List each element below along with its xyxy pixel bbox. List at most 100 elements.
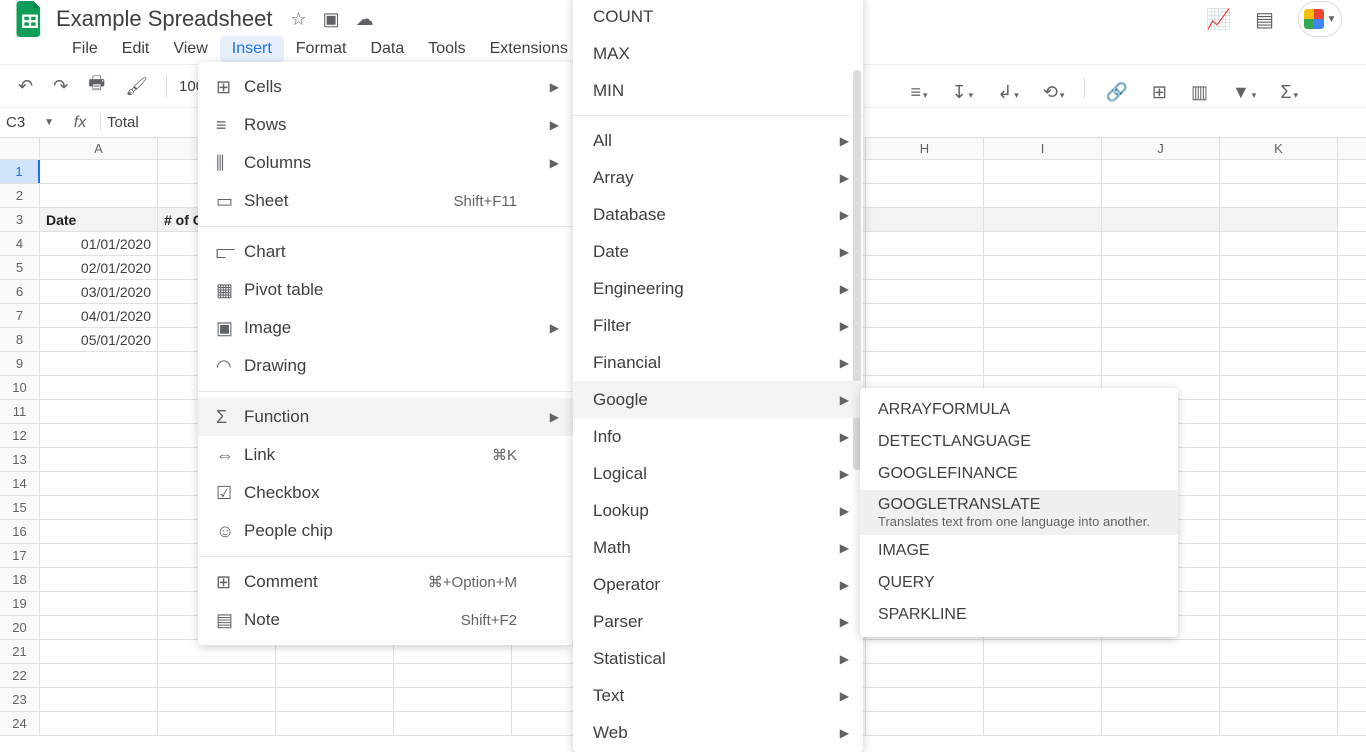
cell[interactable] xyxy=(984,208,1102,231)
google-menu-item[interactable]: QUERY xyxy=(860,567,1178,599)
cell[interactable] xyxy=(1220,376,1338,399)
row-header[interactable]: 17 xyxy=(0,544,40,567)
cell[interactable] xyxy=(40,376,158,399)
cell[interactable] xyxy=(1102,208,1220,231)
cell[interactable] xyxy=(1220,352,1338,375)
cell[interactable] xyxy=(866,640,984,663)
function-menu-item[interactable]: Info▶ xyxy=(573,418,863,455)
cell[interactable] xyxy=(1220,496,1338,519)
cell[interactable] xyxy=(1220,328,1338,351)
redo-icon[interactable]: ↷ xyxy=(47,72,74,101)
cell[interactable] xyxy=(984,304,1102,327)
cell[interactable] xyxy=(866,256,984,279)
cell[interactable] xyxy=(1220,544,1338,567)
cell[interactable] xyxy=(1102,664,1220,687)
cell[interactable] xyxy=(1102,232,1220,255)
insert-menu-item[interactable]: ⊞Comment⌘+Option+M xyxy=(198,563,573,601)
cell[interactable] xyxy=(1102,328,1220,351)
cell[interactable] xyxy=(1102,184,1220,207)
function-menu-item[interactable]: MAX xyxy=(573,35,863,72)
cell[interactable] xyxy=(40,352,158,375)
rotate-icon[interactable]: ⟲▾ xyxy=(1039,78,1069,107)
cell[interactable]: 03/01/2020 xyxy=(40,280,158,303)
cell[interactable] xyxy=(1220,424,1338,447)
align-icon[interactable]: ≡▾ xyxy=(907,78,932,107)
row-header[interactable]: 7 xyxy=(0,304,40,327)
function-menu-item[interactable]: Array▶ xyxy=(573,159,863,196)
cell[interactable] xyxy=(866,232,984,255)
cell[interactable] xyxy=(40,184,158,207)
cell[interactable] xyxy=(40,496,158,519)
valign-icon[interactable]: ↧▾ xyxy=(948,78,978,107)
cell[interactable] xyxy=(158,712,276,735)
print-icon[interactable]: 🖶 xyxy=(82,67,111,105)
cell[interactable] xyxy=(40,568,158,591)
row-header[interactable]: 13 xyxy=(0,448,40,471)
cell[interactable] xyxy=(984,712,1102,735)
cell[interactable] xyxy=(866,304,984,327)
function-menu-item[interactable]: All▶ xyxy=(573,122,863,159)
undo-icon[interactable]: ↶ xyxy=(12,72,39,101)
row-header[interactable]: 6 xyxy=(0,280,40,303)
google-menu-item[interactable]: DETECTLANGUAGE xyxy=(860,426,1178,458)
cell[interactable] xyxy=(866,688,984,711)
insert-menu-item[interactable]: ▦Pivot table xyxy=(198,271,573,309)
row-header[interactable]: 20 xyxy=(0,616,40,639)
menu-data[interactable]: Data xyxy=(358,36,416,62)
cell[interactable] xyxy=(40,424,158,447)
cell[interactable] xyxy=(40,448,158,471)
row-header[interactable]: 2 xyxy=(0,184,40,207)
cell[interactable] xyxy=(866,160,984,183)
cell[interactable] xyxy=(866,712,984,735)
row-header[interactable]: 1 xyxy=(0,160,40,183)
cell[interactable] xyxy=(1220,712,1338,735)
menu-edit[interactable]: Edit xyxy=(110,36,162,62)
column-header[interactable]: A xyxy=(40,138,158,159)
cell[interactable] xyxy=(40,544,158,567)
cell[interactable] xyxy=(866,352,984,375)
cell[interactable] xyxy=(984,160,1102,183)
function-menu-item[interactable]: Lookup▶ xyxy=(573,492,863,529)
star-icon[interactable]: ☆ xyxy=(290,9,306,30)
cell[interactable] xyxy=(1220,304,1338,327)
cell[interactable] xyxy=(40,712,158,735)
cell[interactable] xyxy=(1220,616,1338,639)
cell[interactable] xyxy=(1220,520,1338,543)
meet-button[interactable]: ▼ xyxy=(1298,1,1342,37)
cell[interactable] xyxy=(1220,664,1338,687)
cell[interactable] xyxy=(40,520,158,543)
insert-menu-item[interactable]: ◠Drawing xyxy=(198,347,573,385)
cell[interactable] xyxy=(984,232,1102,255)
function-menu-item[interactable]: Google▶ xyxy=(573,381,863,418)
cell[interactable] xyxy=(276,664,394,687)
chart-insert-icon[interactable]: ▥ xyxy=(1187,78,1212,107)
cell[interactable] xyxy=(1220,232,1338,255)
cell[interactable] xyxy=(1102,712,1220,735)
google-menu-item[interactable]: GOOGLETRANSLATETranslates text from one … xyxy=(860,490,1178,535)
row-header[interactable]: 5 xyxy=(0,256,40,279)
cell[interactable] xyxy=(1220,568,1338,591)
cell[interactable] xyxy=(40,640,158,663)
cell[interactable] xyxy=(276,688,394,711)
cell[interactable] xyxy=(1220,160,1338,183)
cell[interactable]: 01/01/2020 xyxy=(40,232,158,255)
cell[interactable] xyxy=(866,208,984,231)
cell[interactable] xyxy=(40,664,158,687)
row-header[interactable]: 12 xyxy=(0,424,40,447)
cell[interactable]: 05/01/2020 xyxy=(40,328,158,351)
menu-insert[interactable]: Insert xyxy=(220,36,284,62)
cell[interactable] xyxy=(984,664,1102,687)
row-header[interactable]: 19 xyxy=(0,592,40,615)
row-header[interactable]: 9 xyxy=(0,352,40,375)
cell[interactable] xyxy=(984,640,1102,663)
cell[interactable] xyxy=(276,712,394,735)
cell[interactable]: 02/01/2020 xyxy=(40,256,158,279)
cell[interactable] xyxy=(866,280,984,303)
cell[interactable] xyxy=(1220,640,1338,663)
insert-menu-item[interactable]: ⫼Columns▶ xyxy=(198,144,573,182)
row-header[interactable]: 21 xyxy=(0,640,40,663)
document-title[interactable]: Example Spreadsheet xyxy=(50,6,278,32)
menu-format[interactable]: Format xyxy=(284,36,359,62)
cell[interactable] xyxy=(984,280,1102,303)
cell[interactable] xyxy=(984,688,1102,711)
